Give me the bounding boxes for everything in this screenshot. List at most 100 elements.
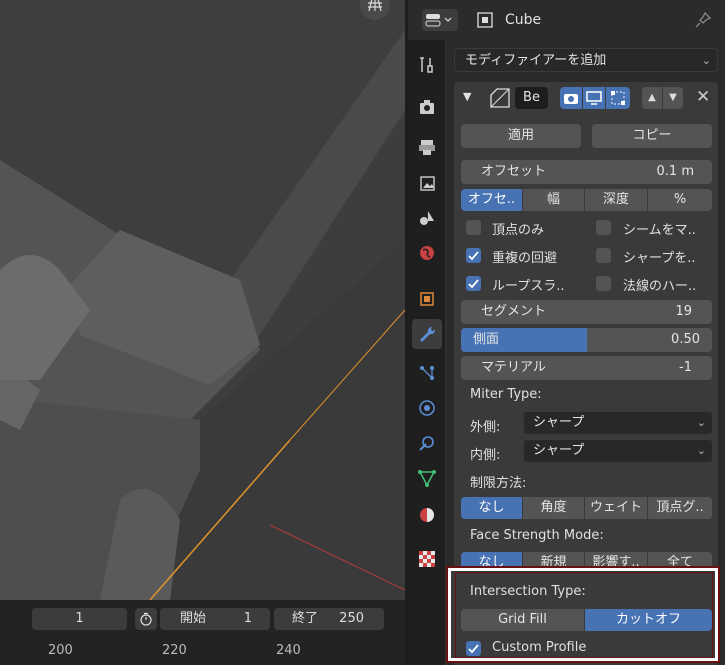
apply-button[interactable]: 適用 bbox=[461, 124, 581, 148]
triangle-down-icon: ▼ bbox=[669, 92, 677, 103]
viewport-toggle[interactable] bbox=[583, 87, 605, 109]
output-tab[interactable] bbox=[412, 132, 442, 162]
current-frame-field[interactable]: 1 bbox=[32, 608, 127, 630]
chevron-down-icon: ⌄ bbox=[701, 54, 711, 67]
chevron-down-icon: ⌄ bbox=[696, 444, 706, 457]
move-up-button[interactable]: ▲ bbox=[642, 87, 662, 109]
material-tab[interactable] bbox=[412, 500, 442, 530]
frame-mark: 200 bbox=[48, 643, 73, 658]
frame-mark: 240 bbox=[276, 643, 301, 658]
checkmark-icon bbox=[468, 279, 479, 289]
outer-miter-dropdown[interactable]: シャープ ⌄ bbox=[523, 411, 713, 435]
add-modifier-dropdown[interactable]: モディファイアーを追加 ⌄ bbox=[454, 48, 718, 72]
width-type-width[interactable]: 幅 bbox=[523, 189, 585, 211]
pin-icon[interactable] bbox=[694, 11, 712, 33]
offset-value: 0.1 m bbox=[656, 164, 694, 179]
physics-tab[interactable] bbox=[412, 393, 442, 423]
custom-profile-checkbox[interactable] bbox=[466, 641, 481, 656]
constraints-tab[interactable] bbox=[412, 428, 442, 458]
monitor-icon bbox=[586, 91, 602, 105]
mark-seam-label: シームをマ.. bbox=[623, 223, 696, 238]
render-tab[interactable] bbox=[412, 92, 442, 122]
vertex-only-checkbox[interactable] bbox=[466, 220, 481, 235]
offset-field[interactable]: オフセット 0.1 m bbox=[461, 160, 712, 184]
checker-texture-icon bbox=[419, 551, 435, 567]
segments-field[interactable]: セグメント 19 bbox=[461, 300, 712, 324]
clamp-overlap-checkbox[interactable] bbox=[466, 248, 481, 263]
inner-miter-value: シャープ bbox=[533, 443, 585, 458]
object-icon bbox=[476, 11, 494, 33]
particles-icon bbox=[420, 366, 434, 380]
loop-slide-checkbox[interactable] bbox=[466, 276, 481, 291]
miter-type-label: Miter Type: bbox=[470, 387, 542, 402]
edit-mode-icon bbox=[611, 91, 625, 105]
width-type-offset[interactable]: オフセ.. bbox=[461, 189, 523, 211]
mesh-data-icon bbox=[418, 470, 436, 487]
frame-mark: 220 bbox=[162, 643, 187, 658]
width-type-percent[interactable]: % bbox=[648, 189, 712, 211]
start-label: 開始 bbox=[180, 611, 207, 626]
viewport-scene bbox=[0, 0, 405, 600]
scene-tab[interactable] bbox=[412, 203, 442, 233]
world-tab[interactable] bbox=[412, 238, 442, 268]
scene-icon bbox=[420, 211, 434, 225]
end-frame-field[interactable]: 終了 250 bbox=[274, 608, 384, 630]
collapse-arrow-icon[interactable]: ▼ bbox=[463, 90, 471, 103]
segments-label: セグメント bbox=[481, 304, 547, 319]
intersection-grid-fill[interactable]: Grid Fill bbox=[461, 609, 585, 631]
editor-type-button[interactable] bbox=[422, 9, 458, 31]
material-icon bbox=[420, 508, 434, 522]
chevron-down-icon: ⌄ bbox=[696, 416, 706, 429]
harden-normals-checkbox[interactable] bbox=[596, 276, 611, 291]
outer-miter-value: シャープ bbox=[533, 415, 585, 430]
material-index-field[interactable]: マテリアル -1 bbox=[461, 356, 712, 380]
close-icon[interactable]: ✕ bbox=[696, 87, 710, 107]
physics-icon bbox=[419, 400, 435, 416]
width-type-depth[interactable]: 深度 bbox=[585, 189, 648, 211]
tool-tab[interactable] bbox=[412, 50, 442, 80]
editmode-toggle[interactable] bbox=[606, 87, 630, 109]
intersection-cutoff[interactable]: カットオフ bbox=[585, 609, 712, 631]
modifier-tab[interactable] bbox=[412, 319, 442, 349]
inner-miter-dropdown[interactable]: シャープ ⌄ bbox=[523, 439, 713, 463]
texture-tab[interactable] bbox=[412, 544, 442, 574]
copy-button[interactable]: コピー bbox=[592, 124, 712, 148]
outer-miter-label: 外側: bbox=[470, 420, 501, 435]
custom-profile-label: Custom Profile bbox=[492, 640, 587, 655]
limit-none[interactable]: なし bbox=[461, 497, 523, 519]
segments-value: 19 bbox=[675, 304, 692, 319]
limit-weight[interactable]: ウェイト bbox=[585, 497, 648, 519]
bevel-modifier-icon bbox=[489, 87, 511, 113]
checkmark-icon bbox=[468, 644, 479, 654]
add-modifier-label: モディファイアーを追加 bbox=[465, 53, 607, 68]
modifier-name-field[interactable]: Be bbox=[515, 87, 548, 109]
limit-angle[interactable]: 角度 bbox=[523, 497, 585, 519]
render-toggle[interactable] bbox=[560, 87, 582, 109]
profile-slider[interactable]: 側面 0.50 bbox=[461, 328, 712, 352]
stopwatch-icon[interactable] bbox=[135, 608, 157, 630]
object-tab[interactable] bbox=[412, 284, 442, 314]
mark-sharp-checkbox[interactable] bbox=[596, 248, 611, 263]
end-value: 250 bbox=[339, 611, 364, 626]
camera-icon bbox=[564, 94, 578, 104]
inner-miter-label: 内側: bbox=[470, 448, 501, 463]
wrench-icon bbox=[420, 326, 436, 342]
object-square-icon bbox=[420, 292, 434, 306]
loop-slide-label: ループスラ.. bbox=[492, 279, 565, 294]
end-label: 終了 bbox=[292, 611, 319, 626]
world-icon bbox=[420, 246, 434, 260]
limit-vertex-group[interactable]: 頂点グ.. bbox=[648, 497, 712, 519]
intersection-type-label: Intersection Type: bbox=[470, 584, 586, 599]
particles-tab[interactable] bbox=[412, 358, 442, 388]
mark-seam-checkbox[interactable] bbox=[596, 220, 611, 235]
move-down-button[interactable]: ▼ bbox=[663, 87, 683, 109]
3d-viewport[interactable] bbox=[0, 0, 405, 600]
object-name: Cube bbox=[505, 12, 542, 28]
mark-sharp-label: シャープを.. bbox=[623, 251, 696, 266]
view-layer-tab[interactable] bbox=[412, 168, 442, 198]
profile-label: 側面 bbox=[473, 332, 500, 347]
limit-method-label: 制限方法: bbox=[470, 476, 527, 491]
image-icon bbox=[420, 176, 435, 191]
data-tab[interactable] bbox=[412, 463, 442, 493]
start-frame-field[interactable]: 開始 1 bbox=[160, 608, 270, 630]
